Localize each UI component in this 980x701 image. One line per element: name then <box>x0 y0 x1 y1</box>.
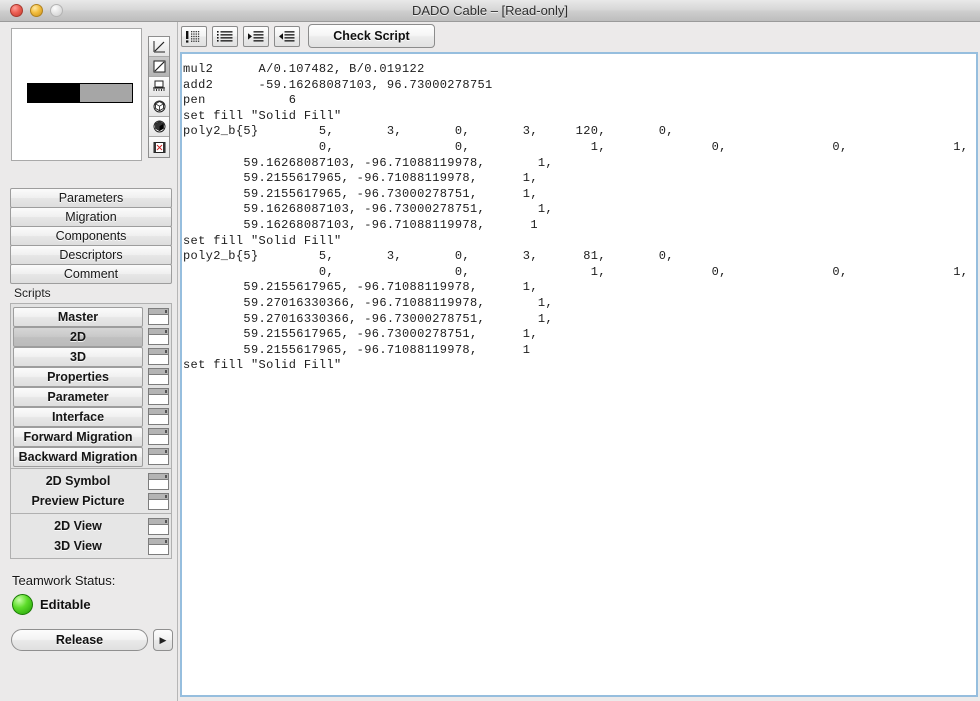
symbol-label-preview-picture: Preview Picture <box>13 491 143 511</box>
script-label-2d[interactable]: 2D <box>13 327 143 347</box>
preview-canvas <box>15 32 138 157</box>
teamwork-status-title: Teamwork Status: <box>12 573 115 588</box>
views-list: 2D View 3D View <box>10 513 172 559</box>
script-row-properties[interactable]: Properties <box>13 366 169 386</box>
window-icon[interactable] <box>148 408 169 425</box>
release-options-button[interactable]: ▶ <box>153 629 173 651</box>
play-arrow-icon: ▶ <box>160 635 167 646</box>
editor-bottom-spacer <box>182 691 978 695</box>
plan-view-icon[interactable] <box>149 77 169 97</box>
window-icon[interactable] <box>148 448 169 465</box>
script-label-forward-migration[interactable]: Forward Migration <box>13 427 143 447</box>
editor-toolbar: Check Script <box>178 22 980 52</box>
preview-thumbnail[interactable] <box>11 28 142 161</box>
teamwork-status: Editable <box>12 594 91 615</box>
script-row-forward-migration[interactable]: Forward Migration <box>13 426 169 446</box>
script-label-properties[interactable]: Properties <box>13 367 143 387</box>
view-row-3d-view[interactable]: 3D View <box>13 536 169 556</box>
script-label-3d[interactable]: 3D <box>13 347 143 367</box>
view-mode-toolbar <box>148 36 170 158</box>
application-window: DADO Cable – [Read-only] <box>0 0 980 701</box>
window-icon[interactable] <box>148 328 169 345</box>
window-icon[interactable] <box>148 348 169 365</box>
window-icon[interactable] <box>148 493 169 510</box>
sidebar-top-buttons: Parameters Migration Components Descript… <box>10 188 172 283</box>
show-errors-button[interactable] <box>181 26 207 47</box>
status-led-icon <box>12 594 33 615</box>
window-title: DADO Cable – [Read-only] <box>0 0 980 22</box>
script-row-interface[interactable]: Interface <box>13 406 169 426</box>
sidebar-item-descriptors[interactable]: Descriptors <box>10 245 172 265</box>
fill-square-icon[interactable] <box>149 57 169 77</box>
window-icon[interactable] <box>148 368 169 385</box>
release-button[interactable]: Release <box>11 629 148 651</box>
indent-left-button[interactable] <box>274 26 300 47</box>
symbol-label-2d-symbol: 2D Symbol <box>13 471 143 491</box>
window-icon[interactable] <box>148 518 169 535</box>
script-row-master[interactable]: Master <box>13 306 169 326</box>
script-row-3d[interactable]: 3D <box>13 346 169 366</box>
wireframe-cube-icon[interactable] <box>149 97 169 117</box>
window-icon[interactable] <box>148 473 169 490</box>
window-body: Parameters Migration Components Descript… <box>0 22 980 701</box>
sidebar-item-comment[interactable]: Comment <box>10 264 172 284</box>
scripts-section-label: Scripts <box>14 286 51 300</box>
scripts-list: Master 2D 3D Properties Parameter <box>10 303 172 469</box>
window-icon[interactable] <box>148 308 169 325</box>
status-badge: Editable <box>40 597 91 612</box>
script-editor[interactable]: mul2 A/0.107482, B/0.019122 add2 -59.162… <box>180 52 978 697</box>
edit-symbol-icon[interactable] <box>149 37 169 57</box>
indent-right-button[interactable] <box>243 26 269 47</box>
sidebar-item-parameters[interactable]: Parameters <box>10 188 172 208</box>
script-row-parameter[interactable]: Parameter <box>13 386 169 406</box>
editor-pane: Check Script mul2 A/0.107482, B/0.019122… <box>178 22 980 701</box>
solid-cube-icon[interactable] <box>149 117 169 137</box>
symbol-row-2d-symbol[interactable]: 2D Symbol <box>13 471 169 491</box>
window-icon[interactable] <box>148 538 169 555</box>
script-row-2d[interactable]: 2D <box>13 326 169 346</box>
script-text[interactable]: mul2 A/0.107482, B/0.019122 add2 -59.162… <box>183 62 978 374</box>
symbols-list: 2D Symbol Preview Picture <box>10 468 172 514</box>
sidebar-item-components[interactable]: Components <box>10 226 172 246</box>
view-row-2d-view[interactable]: 2D View <box>13 516 169 536</box>
title-bar: DADO Cable – [Read-only] <box>0 0 980 22</box>
script-label-master[interactable]: Master <box>13 307 143 327</box>
format-list-button[interactable] <box>212 26 238 47</box>
script-label-interface[interactable]: Interface <box>13 407 143 427</box>
preview-shape-outline <box>27 83 133 103</box>
check-script-button[interactable]: Check Script <box>308 24 435 48</box>
window-icon[interactable] <box>148 388 169 405</box>
view-label-2d-view: 2D View <box>13 516 143 536</box>
symbol-row-preview-picture[interactable]: Preview Picture <box>13 491 169 511</box>
script-label-backward-migration[interactable]: Backward Migration <box>13 447 143 467</box>
script-row-backward-migration[interactable]: Backward Migration <box>13 446 169 466</box>
left-sidebar: Parameters Migration Components Descript… <box>0 22 178 701</box>
script-label-parameter[interactable]: Parameter <box>13 387 143 407</box>
view-label-3d-view: 3D View <box>13 536 143 556</box>
window-icon[interactable] <box>148 428 169 445</box>
filmstrip-icon[interactable] <box>149 137 169 157</box>
sidebar-item-migration[interactable]: Migration <box>10 207 172 227</box>
